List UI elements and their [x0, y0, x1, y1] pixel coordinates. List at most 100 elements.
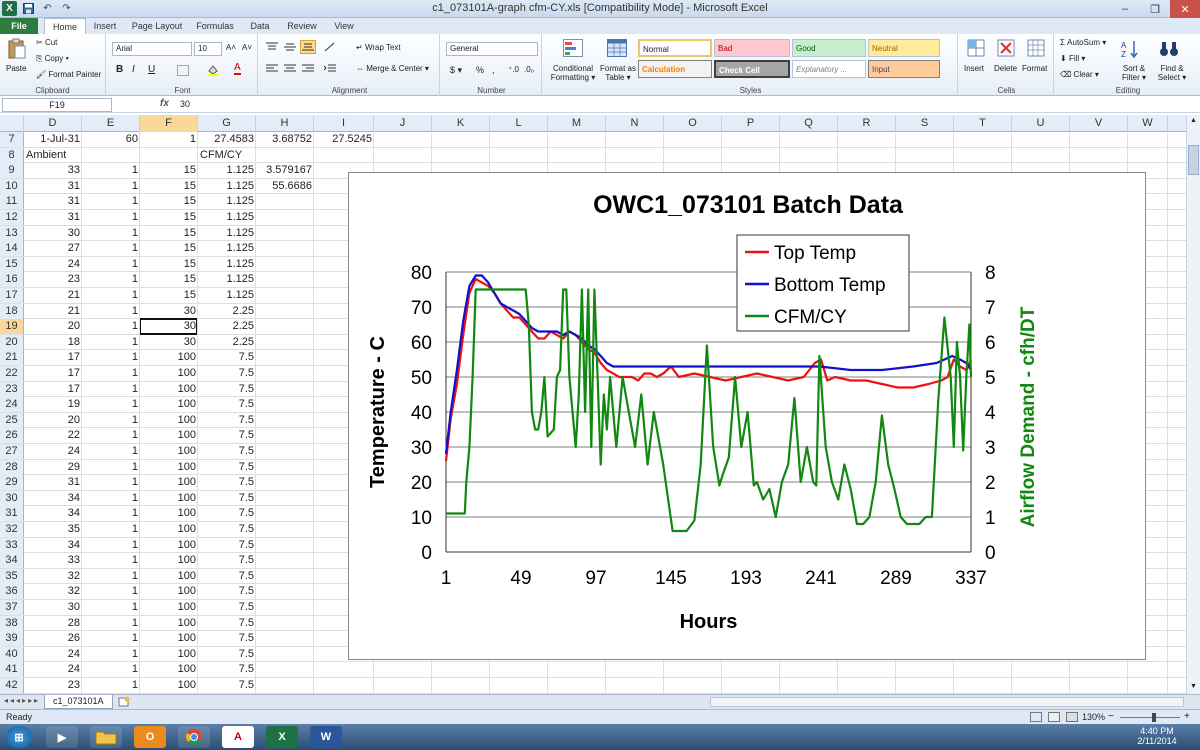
- cell-f[interactable]: 15: [140, 241, 198, 256]
- column-header[interactable]: K: [432, 115, 490, 132]
- insert-button[interactable]: Insert: [964, 64, 984, 73]
- cell-d[interactable]: 17: [24, 382, 82, 397]
- scroll-thumb[interactable]: [1188, 145, 1199, 175]
- chart[interactable]: 0 10 20 30 40 50 60 70 80 0 1 2 3 4 5 6 7 8 1 49 97 145 193 241…: [348, 172, 1146, 660]
- cell-g[interactable]: 1.125: [198, 179, 256, 194]
- cell-f[interactable]: 15: [140, 272, 198, 287]
- cell-g[interactable]: 7.5: [198, 678, 256, 693]
- row-header[interactable]: 27: [0, 444, 24, 459]
- normal-view-icon[interactable]: [1030, 712, 1042, 722]
- cell-e[interactable]: 1: [82, 382, 140, 397]
- row-header[interactable]: 34: [0, 553, 24, 569]
- restore-button[interactable]: ❐: [1140, 0, 1170, 18]
- cell-f[interactable]: 30: [140, 335, 198, 350]
- align-top-icon[interactable]: [264, 40, 280, 54]
- outlook-icon[interactable]: O: [134, 726, 166, 748]
- page-break-view-icon[interactable]: [1066, 712, 1078, 722]
- cell-f[interactable]: 15: [140, 194, 198, 209]
- scroll-up-icon[interactable]: ▲: [1188, 117, 1199, 127]
- formula-input[interactable]: 30: [180, 99, 190, 109]
- row-header[interactable]: 8: [0, 147, 24, 163]
- cell-h[interactable]: 3.579167: [256, 163, 314, 178]
- column-header[interactable]: W: [1128, 115, 1168, 132]
- row-header[interactable]: 41: [0, 662, 24, 678]
- cell-g[interactable]: 7.5: [198, 506, 256, 521]
- cell-g[interactable]: 7.5: [198, 444, 256, 459]
- format-as-table-icon[interactable]: [606, 38, 628, 58]
- cell-h[interactable]: 55.6686: [256, 179, 314, 194]
- cell-d[interactable]: 19: [24, 397, 82, 412]
- chrome-icon[interactable]: [178, 726, 210, 748]
- column-header[interactable]: T: [954, 115, 1012, 132]
- cell-e[interactable]: 1: [82, 257, 140, 272]
- style-neutral[interactable]: Neutral: [868, 39, 940, 57]
- vertical-scrollbar[interactable]: ▲ ▼: [1186, 115, 1200, 695]
- wrap-text-button[interactable]: ↵ Wrap Text: [356, 43, 401, 52]
- style-calculation[interactable]: Calculation: [638, 60, 712, 78]
- delete-cells-icon[interactable]: [996, 38, 1016, 58]
- cell-e[interactable]: 1: [82, 506, 140, 521]
- column-header[interactable]: P: [722, 115, 780, 132]
- cell-e[interactable]: 60: [82, 132, 140, 147]
- clock[interactable]: 4:40 PM 2/11/2014: [1132, 726, 1182, 746]
- excel-logo-icon[interactable]: X: [2, 1, 17, 16]
- cell-f[interactable]: 100: [140, 616, 198, 631]
- delete-button[interactable]: Delete: [994, 64, 1017, 73]
- tab-view[interactable]: View: [328, 18, 360, 34]
- redo-icon[interactable]: ↷: [59, 1, 74, 16]
- cell-g[interactable]: 7.5: [198, 584, 256, 599]
- cell-g[interactable]: 7.5: [198, 616, 256, 631]
- cell-e[interactable]: 1: [82, 444, 140, 459]
- cell-g[interactable]: 7.5: [198, 647, 256, 662]
- style-bad[interactable]: Bad: [714, 39, 790, 57]
- excel-taskbar-icon[interactable]: X: [266, 726, 298, 748]
- font-name-select[interactable]: Arial: [112, 42, 192, 56]
- find-select-button[interactable]: Find & Select ▾: [1154, 64, 1190, 82]
- cell-d[interactable]: Ambient: [26, 148, 84, 163]
- row-header[interactable]: 14: [0, 241, 24, 257]
- format-button[interactable]: Format: [1022, 64, 1047, 73]
- format-cells-icon[interactable]: [1026, 38, 1046, 58]
- function-icon[interactable]: fx: [160, 98, 169, 109]
- column-header[interactable]: N: [606, 115, 664, 132]
- cell-f[interactable]: 100: [140, 428, 198, 443]
- cell-f[interactable]: 100: [140, 584, 198, 599]
- cell-d[interactable]: 18: [24, 335, 82, 350]
- cell-f[interactable]: 100: [140, 553, 198, 568]
- cell-e[interactable]: 1: [82, 647, 140, 662]
- cell-f[interactable]: 15: [140, 163, 198, 178]
- cell-g[interactable]: 7.5: [198, 491, 256, 506]
- cell-g[interactable]: 7.5: [198, 662, 256, 677]
- cell-f[interactable]: 1: [140, 132, 198, 147]
- cell-f[interactable]: 100: [140, 366, 198, 381]
- cell-g[interactable]: CFM/CY: [200, 148, 258, 163]
- cell-g[interactable]: 7.5: [198, 397, 256, 412]
- cell-d[interactable]: 21: [24, 288, 82, 303]
- cell-e[interactable]: 1: [82, 413, 140, 428]
- cell-g[interactable]: 1.125: [198, 272, 256, 287]
- cell-d[interactable]: 34: [24, 491, 82, 506]
- cell-g[interactable]: 27.4583: [198, 132, 256, 147]
- column-header[interactable]: L: [490, 115, 548, 132]
- media-player-icon[interactable]: ▶: [46, 726, 78, 748]
- cell-d[interactable]: 22: [24, 428, 82, 443]
- column-header[interactable]: V: [1070, 115, 1128, 132]
- cell-g[interactable]: 7.5: [198, 460, 256, 475]
- cell-d[interactable]: 17: [24, 350, 82, 365]
- paste-button[interactable]: Paste: [6, 64, 26, 73]
- name-box[interactable]: F19: [2, 98, 112, 112]
- cell-e[interactable]: 1: [82, 304, 140, 319]
- row-header[interactable]: 29: [0, 475, 24, 491]
- cell-f[interactable]: 15: [140, 210, 198, 225]
- acrobat-icon[interactable]: A: [222, 726, 254, 748]
- cell-e[interactable]: 1: [82, 662, 140, 677]
- row-header[interactable]: 25: [0, 412, 24, 428]
- cell-f[interactable]: 100: [140, 350, 198, 365]
- cell-e[interactable]: 1: [82, 335, 140, 350]
- column-header[interactable]: M: [548, 115, 606, 132]
- sheet-tab[interactable]: c1_073101A: [44, 695, 113, 709]
- cell-e[interactable]: 1: [82, 569, 140, 584]
- cell-d[interactable]: 28: [24, 616, 82, 631]
- new-sheet-icon[interactable]: [118, 696, 132, 708]
- style-good[interactable]: Good: [792, 39, 866, 57]
